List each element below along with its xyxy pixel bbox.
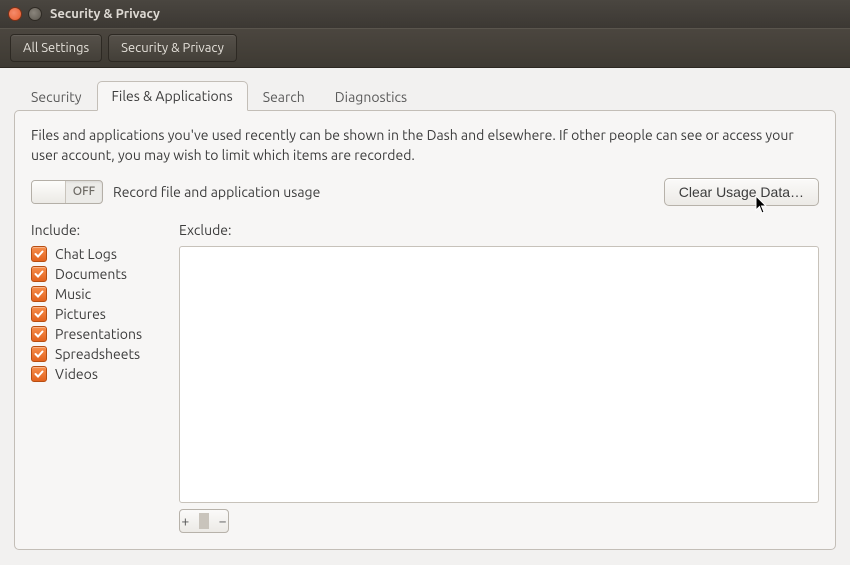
include-header: Include: <box>31 222 161 238</box>
include-item-chat-logs[interactable]: Chat Logs <box>31 246 161 262</box>
checkbox-icon <box>31 306 47 322</box>
exclude-listbox[interactable] <box>179 246 819 503</box>
checkbox-icon <box>31 266 47 282</box>
include-item-presentations[interactable]: Presentations <box>31 326 161 342</box>
tab-security[interactable]: Security <box>16 82 97 111</box>
exclude-add-button[interactable]: + <box>180 514 191 528</box>
include-item-label: Spreadsheets <box>55 346 140 362</box>
exclude-add-remove: + − <box>179 509 229 533</box>
button-label: Clear Usage Data… <box>679 184 804 200</box>
include-item-videos[interactable]: Videos <box>31 366 161 382</box>
tab-label: Files & Applications <box>112 88 233 104</box>
exclude-header: Exclude: <box>179 222 819 238</box>
include-exclude-columns: Include: Chat Logs Documents Music <box>31 222 819 533</box>
toggle-knob <box>32 181 66 203</box>
breadcrumb-all-settings[interactable]: All Settings <box>10 34 102 62</box>
window-titlebar: Security & Privacy <box>0 0 850 28</box>
include-column: Include: Chat Logs Documents Music <box>31 222 161 533</box>
breadcrumb-label: Security & Privacy <box>121 41 224 55</box>
checkbox-icon <box>31 346 47 362</box>
separator <box>199 513 210 529</box>
record-toggle-label: Record file and application usage <box>113 184 320 200</box>
tab-label: Diagnostics <box>335 89 407 105</box>
record-usage-row: OFF Record file and application usage Cl… <box>31 178 819 206</box>
breadcrumb-label: All Settings <box>23 41 89 55</box>
clear-usage-button[interactable]: Clear Usage Data… <box>664 178 819 206</box>
minimize-icon[interactable] <box>28 7 42 21</box>
include-item-label: Chat Logs <box>55 246 117 262</box>
include-item-pictures[interactable]: Pictures <box>31 306 161 322</box>
include-item-label: Documents <box>55 266 127 282</box>
tabs: Security Files & Applications Search Dia… <box>16 80 836 110</box>
exclude-column: Exclude: + − <box>179 222 819 533</box>
close-icon[interactable] <box>8 7 22 21</box>
checkbox-icon <box>31 366 47 382</box>
record-toggle[interactable]: OFF <box>31 180 103 204</box>
include-item-spreadsheets[interactable]: Spreadsheets <box>31 346 161 362</box>
window-controls <box>8 7 42 21</box>
tab-label: Security <box>31 89 82 105</box>
checkbox-icon <box>31 246 47 262</box>
toggle-state: OFF <box>66 185 102 198</box>
window-title: Security & Privacy <box>50 7 160 21</box>
tab-diagnostics[interactable]: Diagnostics <box>320 82 422 111</box>
content-area: Security Files & Applications Search Dia… <box>0 68 850 562</box>
include-item-label: Presentations <box>55 326 142 342</box>
tab-panel-files: Files and applications you've used recen… <box>14 110 836 550</box>
include-item-label: Music <box>55 286 91 302</box>
breadcrumb: All Settings Security & Privacy <box>0 28 850 68</box>
include-item-music[interactable]: Music <box>31 286 161 302</box>
description-text: Files and applications you've used recen… <box>31 125 819 166</box>
checkbox-icon <box>31 326 47 342</box>
tab-files-applications[interactable]: Files & Applications <box>97 81 248 111</box>
tab-label: Search <box>263 89 305 105</box>
tab-search[interactable]: Search <box>248 82 320 111</box>
include-item-label: Pictures <box>55 306 106 322</box>
breadcrumb-current[interactable]: Security & Privacy <box>108 34 237 62</box>
exclude-remove-button[interactable]: − <box>217 514 228 528</box>
include-list: Chat Logs Documents Music Pictures <box>31 246 161 382</box>
include-item-documents[interactable]: Documents <box>31 266 161 282</box>
include-item-label: Videos <box>55 366 98 382</box>
checkbox-icon <box>31 286 47 302</box>
